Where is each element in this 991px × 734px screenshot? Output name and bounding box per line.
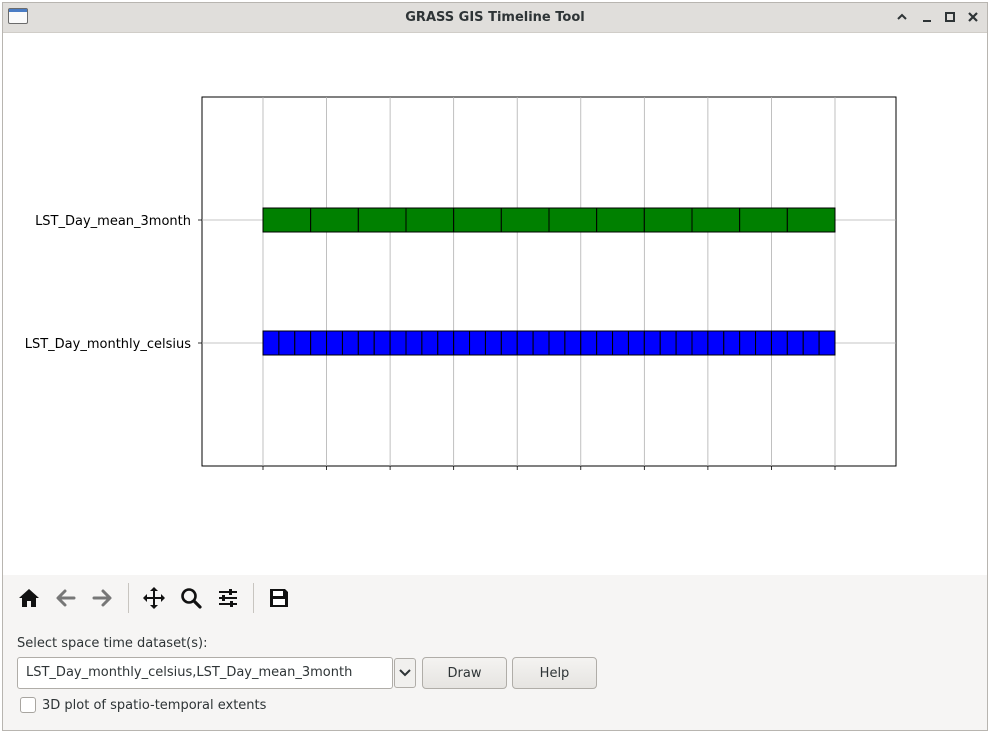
timeline-interval-bar bbox=[564, 330, 582, 356]
back-arrow-icon[interactable] bbox=[50, 582, 82, 614]
timeline-interval-bar bbox=[532, 330, 550, 356]
y-axis-labels: LST_Day_mean_3month LST_Day_monthly_celsi… bbox=[25, 214, 191, 352]
timeline-interval-bar bbox=[294, 330, 312, 356]
timeline-interval-bar bbox=[453, 330, 471, 356]
plot3d-checkbox[interactable] bbox=[20, 697, 36, 713]
save-icon[interactable] bbox=[263, 582, 295, 614]
dataset-combobox-input[interactable]: LST_Day_monthly_celsius,LST_Day_mean_3mo… bbox=[17, 657, 393, 689]
window-title: GRASS GIS Timeline Tool bbox=[405, 10, 585, 25]
timeline-interval-bar bbox=[405, 207, 455, 233]
timeline-interval-bar bbox=[786, 330, 804, 356]
timeline-interval-bar bbox=[802, 330, 820, 356]
series-label: LST_Day_monthly_celsius bbox=[25, 337, 191, 352]
series-label: LST_Day_mean_3month bbox=[35, 214, 191, 229]
timeline-interval-bar bbox=[437, 330, 455, 356]
timeline-interval-bar bbox=[421, 330, 439, 356]
timeline-interval-bar bbox=[262, 207, 312, 233]
timeline-interval-bar bbox=[596, 207, 645, 233]
timeline-interval-bar bbox=[786, 207, 836, 233]
timeline-interval-bar bbox=[707, 330, 725, 356]
timeline-interval-bar bbox=[596, 330, 614, 356]
configure-subplots-icon[interactable] bbox=[212, 582, 244, 614]
close-icon[interactable] bbox=[964, 8, 982, 26]
timeline-interval-bar bbox=[612, 330, 629, 356]
pan-icon[interactable] bbox=[138, 582, 170, 614]
timeline-interval-bar bbox=[326, 330, 343, 356]
timeline-interval-bar bbox=[453, 207, 502, 233]
timeline-interval-bar bbox=[262, 330, 280, 356]
minimize-icon[interactable] bbox=[918, 8, 936, 26]
help-button[interactable]: Help bbox=[512, 657, 597, 689]
timeline-interval-bar bbox=[548, 330, 566, 356]
timeline-interval-bar bbox=[500, 330, 518, 356]
timeline-interval-bar bbox=[500, 207, 550, 233]
timeline-interval-bar bbox=[675, 330, 693, 356]
timeline-interval-bar bbox=[739, 207, 788, 233]
timeline-interval-bar bbox=[357, 207, 407, 233]
plot-axes-frame bbox=[201, 96, 897, 467]
timeline-interval-bar bbox=[389, 330, 407, 356]
timeline-tool-window: GRASS GIS Timeline Tool LST_Day_mean_3mo… bbox=[2, 2, 988, 731]
timeline-interval-bar bbox=[818, 330, 836, 356]
timeline-interval-bar bbox=[755, 330, 772, 356]
select-dataset-label: Select space time dataset(s): bbox=[17, 636, 208, 651]
toolbar-separator bbox=[253, 583, 254, 613]
timeline-interval-bar bbox=[278, 330, 296, 356]
chevron-down-icon[interactable] bbox=[394, 658, 416, 688]
title-bar: GRASS GIS Timeline Tool bbox=[3, 3, 987, 33]
timeline-interval-bar bbox=[643, 207, 693, 233]
timeline-interval-bar bbox=[691, 330, 709, 356]
forward-arrow-icon[interactable] bbox=[86, 582, 118, 614]
plot-toolbar bbox=[3, 575, 987, 623]
plot-canvas[interactable]: LST_Day_mean_3month LST_Day_monthly_celsi… bbox=[3, 33, 987, 575]
timeline-chart[interactable]: LST_Day_mean_3month LST_Day_monthly_celsi… bbox=[3, 33, 987, 575]
timeline-interval-bar bbox=[484, 330, 502, 356]
toolbar-separator bbox=[128, 583, 129, 613]
draw-button[interactable]: Draw bbox=[422, 657, 507, 689]
collapse-icon[interactable] bbox=[893, 8, 911, 26]
timeline-interval-bar bbox=[659, 330, 677, 356]
timeline-interval-bar bbox=[580, 330, 598, 356]
timeline-interval-bar bbox=[723, 330, 741, 356]
timeline-interval-bar bbox=[770, 330, 788, 356]
zoom-icon[interactable] bbox=[175, 582, 207, 614]
timeline-interval-bar bbox=[341, 330, 359, 356]
timeline-interval-bar bbox=[739, 330, 757, 356]
timeline-interval-bar bbox=[469, 330, 486, 356]
timeline-interval-bar bbox=[373, 330, 391, 356]
maximize-icon[interactable] bbox=[941, 8, 959, 26]
timeline-interval-bar bbox=[310, 207, 359, 233]
timeline-interval-bar bbox=[310, 330, 328, 356]
timeline-interval-bar bbox=[643, 330, 661, 356]
timeline-interval-bar bbox=[627, 330, 645, 356]
timeline-interval-bar bbox=[516, 330, 534, 356]
timeline-interval-bar bbox=[405, 330, 423, 356]
plot3d-checkbox-label: 3D plot of spatio-temporal extents bbox=[42, 698, 267, 713]
home-icon[interactable] bbox=[13, 582, 45, 614]
timeline-interval-bar bbox=[548, 207, 598, 233]
timeline-interval-bar bbox=[357, 330, 375, 356]
timeline-interval-bar bbox=[691, 207, 741, 233]
